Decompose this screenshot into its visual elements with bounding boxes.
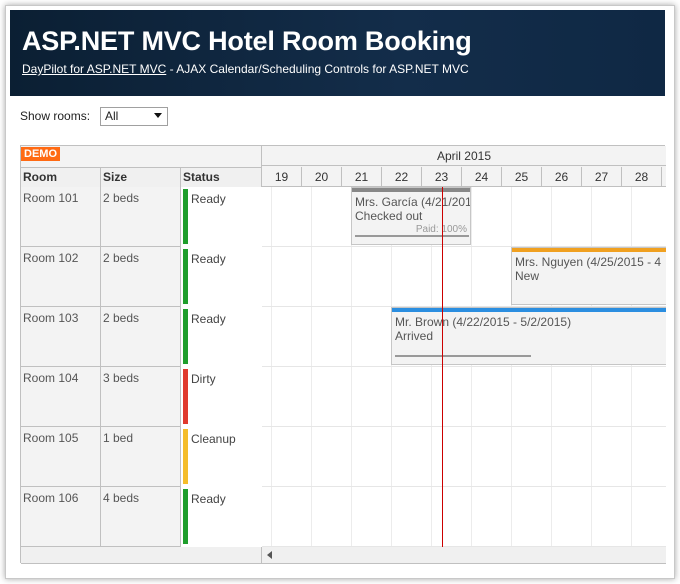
day-header: 23 — [422, 167, 462, 186]
grid-row-line — [262, 486, 666, 487]
column-header-size[interactable]: Size — [101, 167, 181, 187]
day-header: 28 — [622, 167, 662, 186]
room-row-header[interactable]: Room 102 2 beds Ready — [21, 247, 262, 307]
room-row-header[interactable]: Room 103 2 beds Ready — [21, 307, 262, 367]
day-header: 26 — [542, 167, 582, 186]
room-status: Ready — [181, 187, 262, 247]
event-paid-progress-bar — [395, 355, 531, 357]
room-row-header[interactable]: Room 105 1 bed Cleanup — [21, 427, 262, 487]
event-status-bar — [512, 248, 666, 252]
status-color-bar — [183, 249, 188, 304]
column-header-room[interactable]: Room — [21, 167, 101, 187]
show-rooms-select[interactable]: All — [100, 107, 168, 126]
room-name: Room 105 — [21, 427, 101, 487]
demo-badge: DEMO — [21, 147, 60, 161]
column-header-status[interactable]: Status — [181, 167, 262, 187]
row-header-footer — [21, 547, 262, 564]
room-name: Room 103 — [21, 307, 101, 367]
room-row-header[interactable]: Room 101 2 beds Ready — [21, 187, 262, 247]
day-header: 19 — [262, 167, 302, 186]
day-header: 22 — [382, 167, 422, 186]
status-label: Ready — [191, 252, 226, 266]
status-label: Ready — [191, 492, 226, 506]
room-size: 2 beds — [101, 247, 181, 307]
room-status: Ready — [181, 307, 262, 367]
grid-column-line — [511, 187, 512, 547]
status-label: Cleanup — [191, 432, 236, 446]
status-color-bar — [183, 309, 188, 364]
event-state: New — [515, 269, 540, 283]
room-row-header[interactable]: Room 104 3 beds Dirty — [21, 367, 262, 427]
horizontal-scrollbar[interactable] — [262, 547, 666, 564]
event-title: Mrs. Nguyen (4/25/2015 - 4 — [515, 255, 662, 269]
room-row-header[interactable]: Room 106 4 beds Ready — [21, 487, 262, 547]
scheduler-grid[interactable]: Mrs. García (4/21/2015 Checked out Paid: 1… — [262, 187, 666, 547]
status-color-bar — [183, 489, 188, 544]
room-status: Cleanup — [181, 427, 262, 487]
event-paid-progress-bar — [355, 235, 469, 237]
grid-column-line — [271, 187, 272, 547]
grid-row-line — [262, 366, 666, 367]
time-header: April 2015 1920212223242526272829 — [262, 146, 666, 187]
day-header: 21 — [342, 167, 382, 186]
room-name: Room 106 — [21, 487, 101, 547]
daypilot-link[interactable]: DayPilot for ASP.NET MVC — [22, 62, 166, 76]
room-size: 2 beds — [101, 187, 181, 247]
subtitle-text: - AJAX Calendar/Scheduling Controls for … — [166, 62, 469, 76]
status-label: Ready — [191, 192, 226, 206]
grid-column-line — [471, 187, 472, 547]
dropdown-arrow-icon — [154, 113, 162, 118]
page-title: ASP.NET MVC Hotel Room Booking — [22, 26, 472, 56]
event-title: Mrs. García (4/21/2015 — [355, 195, 471, 209]
status-color-bar — [183, 429, 188, 484]
event-state: Checked out — [355, 209, 423, 223]
scheduler: DEMO Room Size Status April 2015 19 20 21 2… — [20, 145, 666, 564]
show-rooms-label: Show rooms: — [20, 109, 91, 123]
status-color-bar — [183, 189, 188, 244]
grid-column-line — [631, 187, 632, 547]
show-rooms-selected-value: All — [105, 109, 119, 123]
reservation-event[interactable]: Mrs. García (4/21/2015 Checked out Paid: 1… — [351, 187, 471, 245]
day-header: 20 — [302, 167, 342, 186]
page-header: ASP.NET MVC Hotel Room Booking DayPilot … — [10, 10, 665, 96]
event-status-bar — [352, 188, 470, 192]
grid-column-line — [311, 187, 312, 547]
month-header: April 2015 — [262, 146, 666, 166]
room-name: Room 101 — [21, 187, 101, 247]
day-header: 24 — [462, 167, 502, 186]
event-state: Arrived — [395, 329, 434, 343]
grid-row-line — [262, 426, 666, 427]
day-header: 25 — [502, 167, 542, 186]
grid-column-line — [591, 187, 592, 547]
current-time-marker — [442, 187, 443, 563]
room-size: 1 bed — [101, 427, 181, 487]
room-status: Ready — [181, 487, 262, 547]
event-title: Mr. Brown (4/22/2015 - 5/2/2015) — [395, 315, 572, 329]
room-size: 2 beds — [101, 307, 181, 367]
room-size: 3 beds — [101, 367, 181, 427]
room-name: Room 104 — [21, 367, 101, 427]
header-subtitle: DayPilot for ASP.NET MVC - AJAX Calendar… — [22, 62, 469, 76]
room-status: Dirty — [181, 367, 262, 427]
status-label: Ready — [191, 312, 226, 326]
reservation-event[interactable]: Mrs. Nguyen (4/25/2015 - 4 New — [511, 247, 666, 305]
event-status-bar — [392, 308, 666, 312]
room-status: Ready — [181, 247, 262, 307]
room-name: Room 102 — [21, 247, 101, 307]
status-label: Dirty — [191, 372, 216, 386]
grid-column-line — [551, 187, 552, 547]
scroll-left-icon[interactable] — [267, 551, 272, 559]
day-header: 29 — [662, 167, 666, 186]
reservation-event[interactable]: Mr. Brown (4/22/2015 - 5/2/2015) Arrived — [391, 307, 666, 365]
room-size: 4 beds — [101, 487, 181, 547]
day-header: 27 — [582, 167, 622, 186]
status-color-bar — [183, 369, 188, 424]
